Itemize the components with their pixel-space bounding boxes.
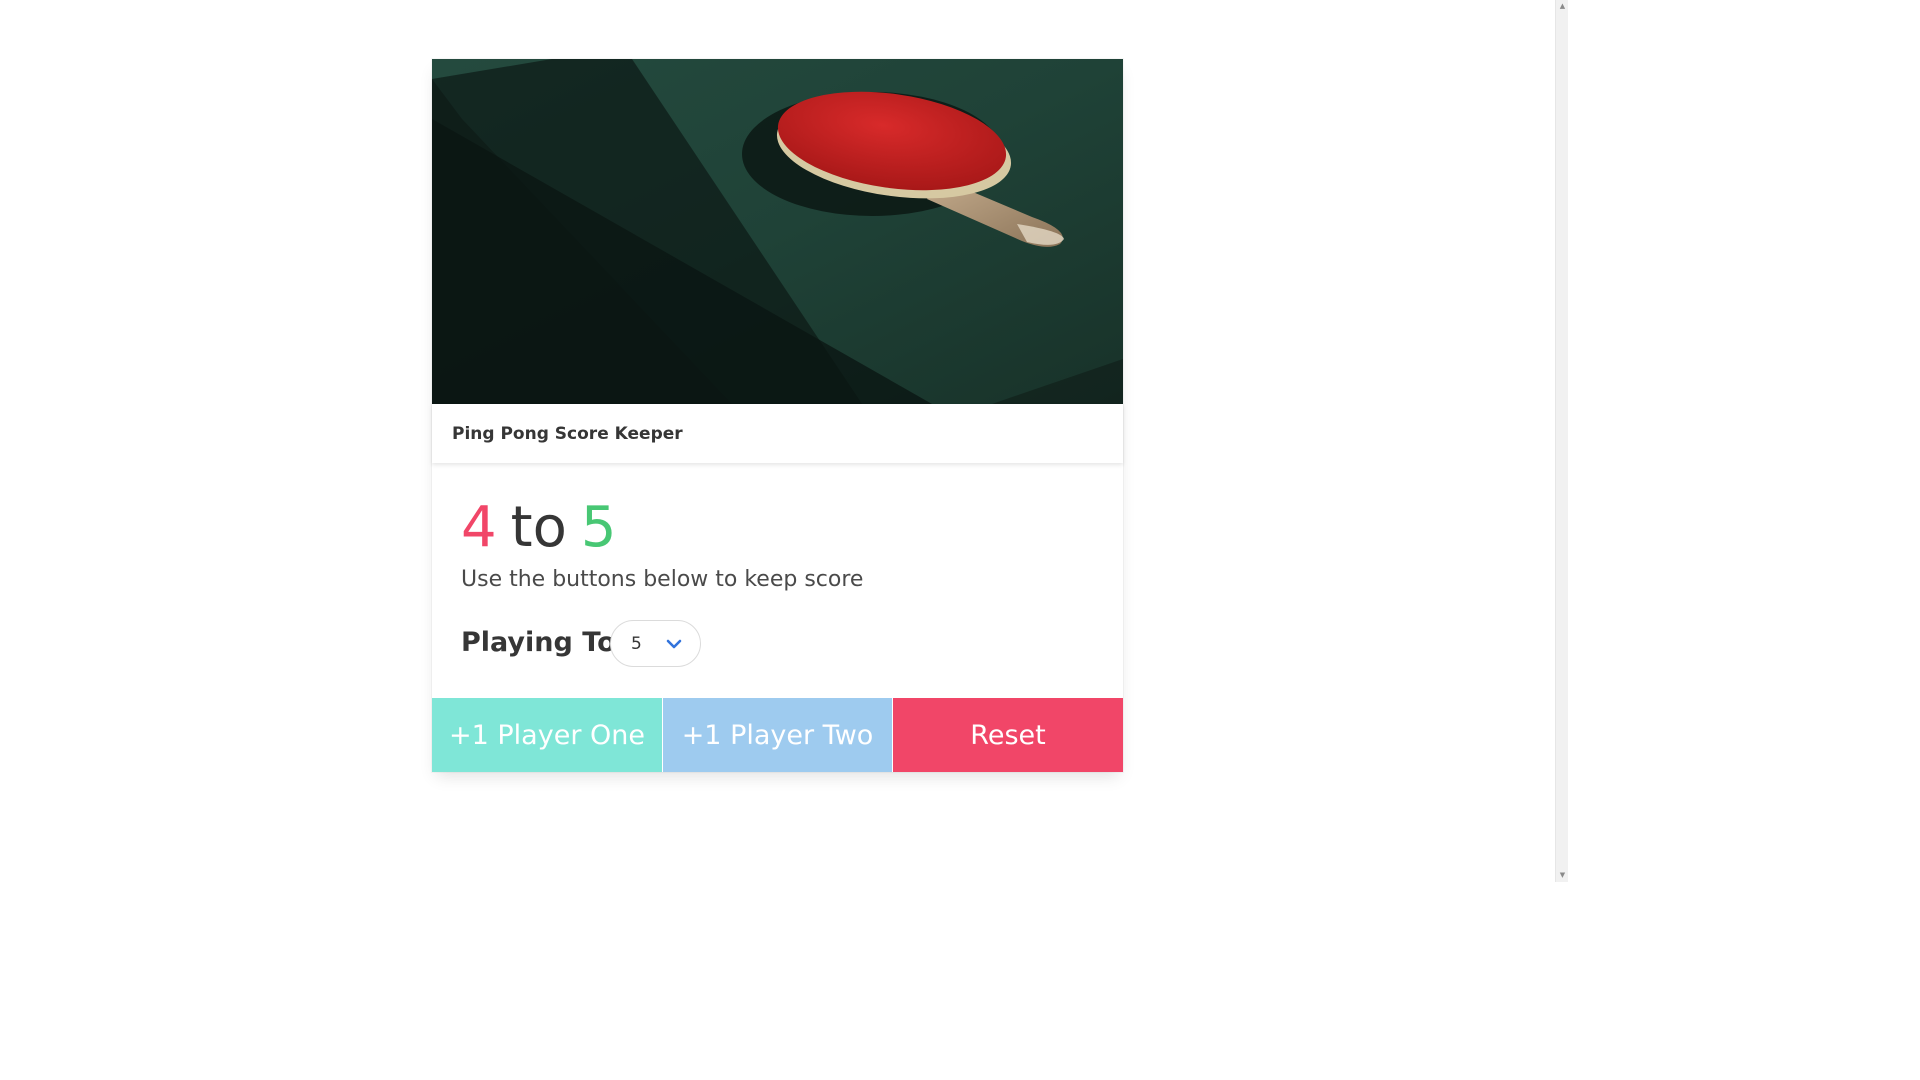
- button-group: +1 Player One +1 Player Two Reset: [432, 698, 1123, 772]
- score-separator: to: [510, 495, 567, 560]
- instructions-text: Use the buttons below to keep score: [461, 567, 864, 592]
- scoreline: 4 to 5: [461, 493, 617, 563]
- player-two-score: 5: [580, 495, 617, 560]
- scroll-up-icon[interactable]: ▲: [1556, 0, 1569, 13]
- ping-pong-paddle-photo: [432, 59, 1123, 404]
- scrollbar[interactable]: ▲ ▼: [1555, 0, 1568, 882]
- score-keeper-card: Ping Pong Score Keeper 4 to 5 Use the butt…: [432, 59, 1123, 772]
- reset-button[interactable]: Reset: [893, 698, 1123, 772]
- card-header-title: Ping Pong Score Keeper: [452, 423, 683, 444]
- card-image: [432, 59, 1123, 404]
- playing-to-label: Playing To: [461, 627, 616, 658]
- add-player-two-button[interactable]: +1 Player Two: [663, 698, 892, 772]
- player-one-score: 4: [461, 495, 497, 560]
- scroll-down-icon[interactable]: ▼: [1556, 869, 1569, 882]
- page: Ping Pong Score Keeper 4 to 5 Use the butt…: [0, 0, 1568, 882]
- chevron-down-icon: [666, 639, 682, 649]
- playing-to-select[interactable]: 5: [610, 620, 701, 667]
- card-header: Ping Pong Score Keeper: [432, 404, 1123, 463]
- playing-to-selected-value: 5: [631, 634, 642, 654]
- add-player-one-button[interactable]: +1 Player One: [432, 698, 662, 772]
